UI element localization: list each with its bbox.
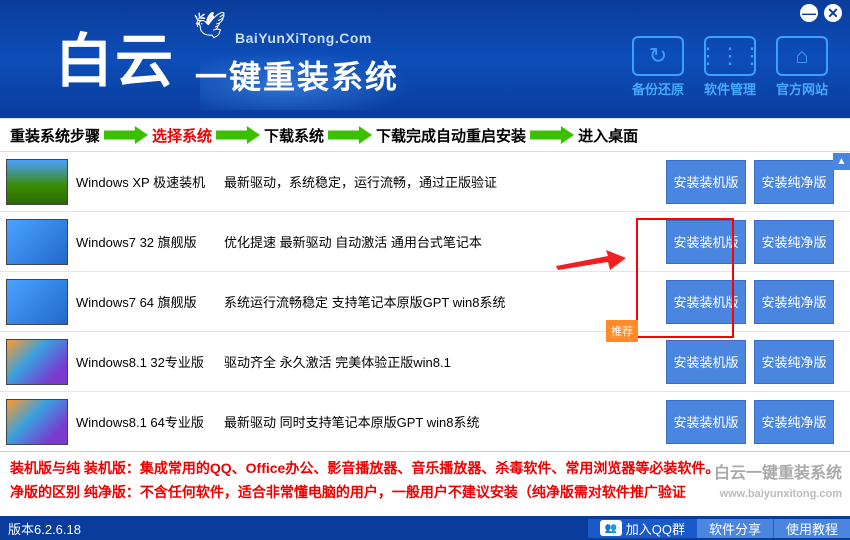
os-action-buttons: 安装装机版安装纯净版 [666,400,834,444]
nav-backup-restore[interactable]: ↻ 备份还原 [628,36,688,98]
install-clean-button[interactable]: 安装纯净版 [754,160,834,204]
share-button[interactable]: 软件分享 [697,519,773,538]
os-name: Windows7 32 旗舰版 [76,232,216,251]
step-5: 进入桌面 [578,125,638,146]
os-description: 系统运行流畅稳定 支持笔记本原版GPT win8系统 [224,292,658,311]
os-row: Windows8.1 64专业版最新驱动 同时支持笔记本原版GPT win8系统… [0,392,850,452]
watermark-url: www.baiyunxitong.com [714,484,842,504]
os-thumbnail [6,279,68,325]
install-standard-button[interactable]: 安装装机版 [666,400,746,444]
os-row: Windows7 32 旗舰版优化提速 最新驱动 自动激活 通用台式笔记本安装装… [0,212,850,272]
os-action-buttons: 安装装机版安装纯净版 [666,220,834,264]
tutorial-button[interactable]: 使用教程 [773,519,850,538]
os-thumbnail [6,159,68,205]
step-4: 下载完成自动重启安装 [376,125,526,146]
logo-tagline: 一键重装系统 [195,52,399,98]
annotation-arrow-icon [556,250,626,274]
os-description: 最新驱动，系统稳定，运行流畅，通过正版验证 [224,172,658,191]
logo-text-cn: 白云 [55,14,175,98]
os-name: Windows8.1 64专业版 [76,412,216,431]
os-thumbnail [6,219,68,265]
version-label: 版本6.2.6.18 [8,519,588,538]
step-bar: 重装系统步骤 选择系统 下载系统 下载完成自动重启安装 进入桌面 [0,118,850,152]
note-label-1: 装机版与纯 [10,460,80,476]
os-thumbnail [6,399,68,445]
join-qq-button[interactable]: 👥加入QQ群 [588,519,697,538]
step-2-active: 选择系统 [152,125,212,146]
minimize-button[interactable]: — [800,4,818,22]
window-controls: — ✕ [800,4,842,22]
watermark: 白云一键重装系统 www.baiyunxitong.com [714,464,842,504]
note-label-2: 净版的区别 [10,484,80,500]
arrow-icon [104,126,148,144]
arrow-icon [530,126,574,144]
bird-icon: 🕊 [193,10,226,41]
install-standard-button[interactable]: 安装装机版 [666,220,746,264]
home-icon: ⌂ [776,36,828,76]
install-standard-button[interactable]: 安装装机版 [666,340,746,384]
os-row: Windows8.1 32专业版驱动齐全 永久激活 完美体验正版win8.1 安装… [0,332,850,392]
os-description: 最新驱动 同时支持笔记本原版GPT win8系统 [224,412,658,431]
os-name: Windows7 64 旗舰版 [76,292,216,311]
os-name: Windows8.1 32专业版 [76,352,216,371]
nav-official-site[interactable]: ⌂ 官方网站 [772,36,832,98]
os-thumbnail [6,339,68,385]
os-list[interactable]: Windows XP 极速装机最新驱动，系统稳定，运行流畅，通过正版验证安装装机… [0,152,850,452]
footer-bar: 版本6.2.6.18 👥加入QQ群 软件分享 使用教程 [0,516,850,540]
close-button[interactable]: ✕ [824,4,842,22]
os-description: 驱动齐全 永久激活 完美体验正版win8.1 [224,352,658,371]
note-line-2: 纯净版：不含任何软件，适合非常懂电脑的用户，一般用户不建议安装（纯净版需对软件推… [84,484,686,500]
watermark-title: 白云一键重装系统 [714,464,842,484]
logo: 白云 [55,14,175,98]
app-header: 白云 🕊 BaiYunXiTong.Com 一键重装系统 — ✕ ↻ 备份还原 … [0,0,850,118]
notes-area: 装机版与纯 装机版：集成常用的QQ、Office办公、影音播放器、音乐播放器、杀… [0,452,850,506]
recommend-tag: 推荐 [606,320,638,342]
qq-icon: 👥 [600,520,622,536]
arrow-icon [216,126,260,144]
install-clean-button[interactable]: 安装纯净版 [754,340,834,384]
nav-label: 备份还原 [628,79,688,98]
step-1: 重装系统步骤 [10,125,100,146]
install-clean-button[interactable]: 安装纯净版 [754,280,834,324]
nav-label: 官方网站 [772,79,832,98]
os-row: Windows XP 极速装机最新驱动，系统稳定，运行流畅，通过正版验证安装装机… [0,152,850,212]
refresh-icon: ↻ [632,36,684,76]
os-description: 优化提速 最新驱动 自动激活 通用台式笔记本 [224,232,658,251]
install-clean-button[interactable]: 安装纯净版 [754,400,834,444]
note-line-1: 装机版：集成常用的QQ、Office办公、影音播放器、音乐播放器、杀毒软件、常用… [84,460,719,476]
os-row: Windows7 64 旗舰版系统运行流畅稳定 支持笔记本原版GPT win8系… [0,272,850,332]
nav-label: 软件管理 [700,79,760,98]
os-action-buttons: 安装装机版安装纯净版 [666,280,834,324]
logo-subtitle: BaiYunXiTong.Com [235,30,372,46]
install-standard-button[interactable]: 安装装机版 [666,280,746,324]
top-nav: ↻ 备份还原 ⋮⋮⋮ 软件管理 ⌂ 官方网站 [628,36,832,98]
os-name: Windows XP 极速装机 [76,172,216,191]
nav-software-manage[interactable]: ⋮⋮⋮ 软件管理 [700,36,760,98]
step-3: 下载系统 [264,125,324,146]
arrow-icon [328,126,372,144]
os-action-buttons: 安装装机版安装纯净版 [666,340,834,384]
scroll-up-button[interactable]: ▲ [833,153,850,170]
install-standard-button[interactable]: 安装装机版 [666,160,746,204]
os-action-buttons: 安装装机版安装纯净版 [666,160,834,204]
install-clean-button[interactable]: 安装纯净版 [754,220,834,264]
grid-icon: ⋮⋮⋮ [704,36,756,76]
